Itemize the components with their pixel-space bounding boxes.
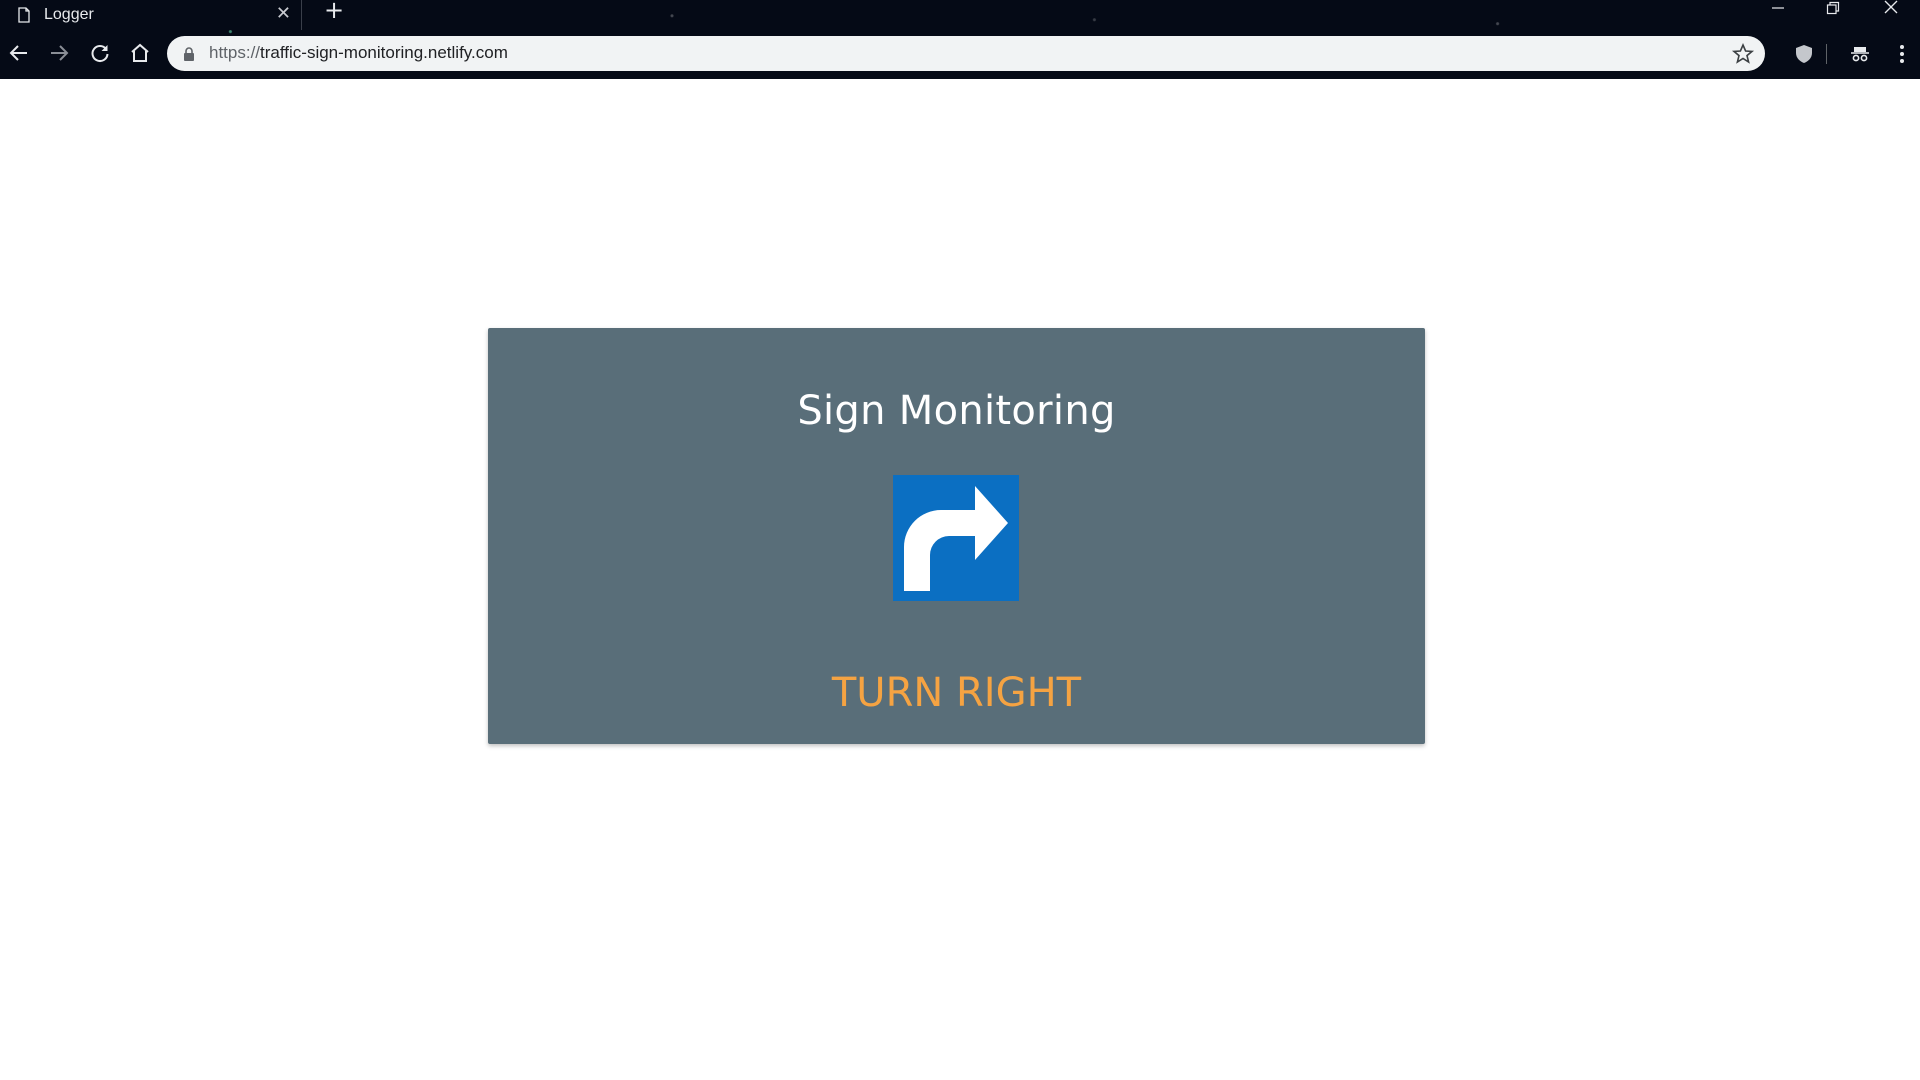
page-title: Sign Monitoring xyxy=(797,388,1116,434)
tab-title: Logger xyxy=(44,6,94,23)
back-arrow-icon[interactable] xyxy=(6,40,32,66)
sign-monitoring-card: Sign Monitoring TURN RIGHT xyxy=(488,328,1425,744)
close-window-button[interactable] xyxy=(1882,0,1900,16)
forward-arrow-icon[interactable] xyxy=(46,40,72,66)
url-text: https://traffic-sign-monitoring.netlify.… xyxy=(209,43,508,63)
new-tab-button[interactable]: + xyxy=(320,0,348,22)
bookmark-star-icon[interactable] xyxy=(1731,42,1755,66)
menu-kebab-icon[interactable] xyxy=(1890,42,1914,66)
file-icon xyxy=(18,7,30,23)
tab-close-icon[interactable]: ✕ xyxy=(276,4,291,24)
turn-right-arrow-icon xyxy=(904,486,1008,591)
browser-tab[interactable]: Logger ✕ xyxy=(0,0,302,30)
shield-extension-icon[interactable] xyxy=(1792,42,1816,66)
turn-right-sign xyxy=(893,475,1019,601)
incognito-icon[interactable] xyxy=(1848,42,1872,66)
reload-icon[interactable] xyxy=(87,40,113,66)
address-bar[interactable]: https://traffic-sign-monitoring.netlify.… xyxy=(167,36,1765,71)
browser-chrome: Logger ✕ + https://traffic-sign-monitori… xyxy=(0,0,1920,79)
toolbar-divider xyxy=(1826,44,1827,64)
sign-status: TURN RIGHT xyxy=(831,670,1082,716)
restore-window-button[interactable] xyxy=(1825,0,1841,16)
minimize-window-button[interactable] xyxy=(1770,0,1786,16)
home-icon[interactable] xyxy=(127,40,153,66)
url-protocol: https:// xyxy=(209,43,261,62)
url-host: traffic-sign-monitoring.netlify.com xyxy=(260,43,508,62)
lock-icon xyxy=(183,46,195,61)
browser-toolbar: https://traffic-sign-monitoring.netlify.… xyxy=(0,32,1920,77)
